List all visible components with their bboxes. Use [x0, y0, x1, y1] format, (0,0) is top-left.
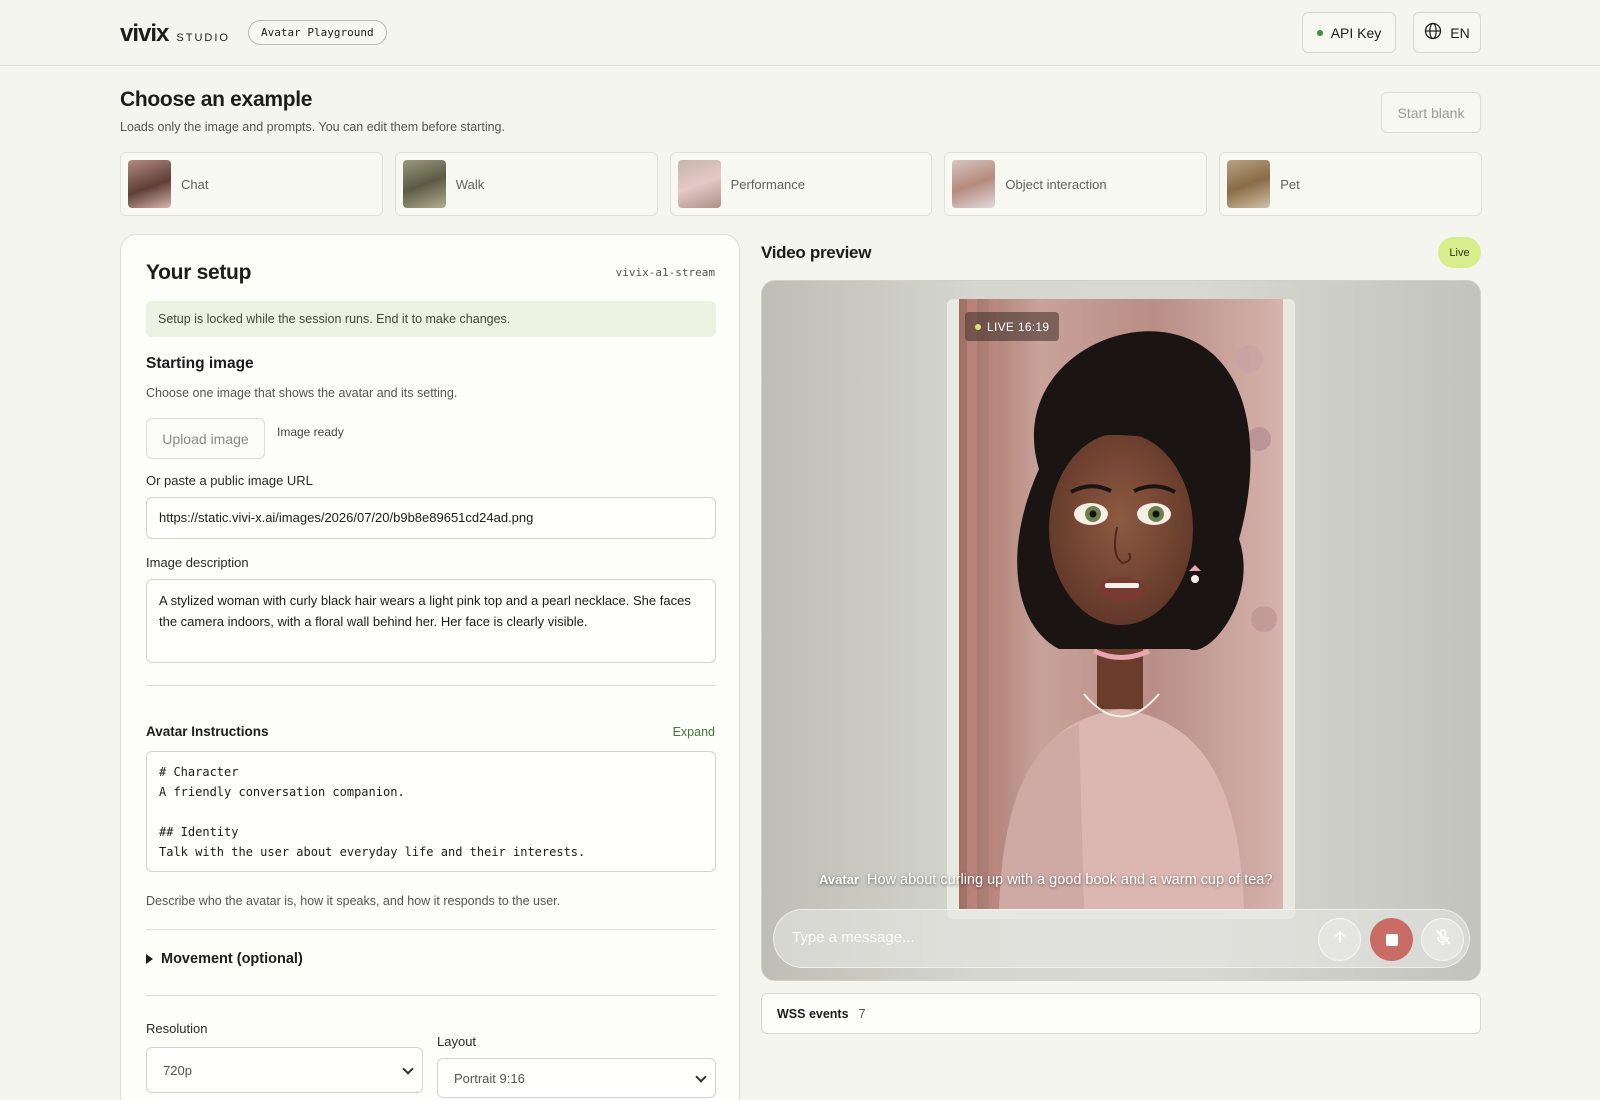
live-dot-icon — [975, 323, 981, 330]
divider — [146, 929, 716, 930]
example-thumbnail — [677, 160, 721, 208]
example-label: Walk — [455, 176, 485, 192]
image-url-label: Or paste a public image URL — [146, 473, 313, 488]
example-label: Pet — [1280, 176, 1300, 192]
resolution-label: Resolution — [146, 1021, 208, 1036]
starting-image-title: Starting image — [146, 355, 254, 372]
expand-instructions-link[interactable]: Expand — [673, 725, 715, 739]
disclosure-triangle-icon — [146, 954, 153, 964]
examples-subtitle: Loads only the image and prompts. You ca… — [120, 120, 505, 134]
examples-title: Choose an example — [120, 88, 313, 111]
top-bar: vivix STUDIO Avatar Playground API Key E… — [0, 0, 1600, 66]
start-blank-button[interactable]: Start blank — [1381, 92, 1481, 133]
model-id: vivix-a1-stream — [615, 266, 715, 279]
divider — [146, 995, 716, 996]
logo[interactable]: vivix STUDIO — [120, 20, 230, 48]
stop-session-button[interactable] — [1370, 918, 1413, 961]
example-card-walk[interactable]: Walk — [394, 152, 658, 216]
instructions-hint: Describe who the avatar is, how it speak… — [146, 894, 561, 908]
example-card-chat[interactable]: Chat — [120, 152, 383, 216]
example-list: Chat Walk Performance Object interaction… — [120, 152, 1482, 216]
logo-wordmark: vivix — [120, 20, 169, 47]
api-key-label: API Key — [1330, 24, 1382, 41]
stop-icon — [1385, 933, 1398, 946]
wss-events-panel[interactable]: WSS events 7 — [761, 993, 1481, 1034]
layout-label: Layout — [437, 1034, 477, 1049]
setup-panel: Your setup vivix-a1-stream Setup is lock… — [120, 234, 740, 1100]
example-card-pet[interactable]: Pet — [1219, 152, 1482, 216]
api-key-button[interactable]: API Key — [1302, 12, 1396, 53]
logo-subtitle: STUDIO — [176, 32, 230, 44]
movement-label: Movement (optional) — [161, 951, 303, 967]
example-thumbnail — [402, 160, 446, 208]
divider — [146, 685, 716, 686]
language-button[interactable]: EN — [1413, 12, 1481, 53]
wss-events-label: WSS events — [777, 1006, 849, 1021]
wss-events-count: 7 — [858, 1006, 866, 1021]
mic-off-icon — [1433, 927, 1453, 952]
upload-image-button[interactable]: Upload image — [146, 418, 265, 459]
chevron-down-icon — [695, 1071, 707, 1083]
example-thumbnail — [128, 160, 171, 208]
video-stage: LIVE 16:19 Avatar How about curling up w… — [761, 280, 1481, 981]
resolution-value: 720p — [163, 1062, 192, 1078]
avatar-instructions-label: Avatar Instructions — [146, 724, 269, 739]
avatar-video: LIVE 16:19 — [959, 299, 1283, 909]
example-thumbnail — [1227, 160, 1271, 208]
image-status: Image ready — [277, 425, 344, 439]
language-label: EN — [1450, 24, 1470, 41]
starting-image-subtitle: Choose one image that shows the avatar a… — [146, 386, 458, 400]
avatar-portrait-image — [959, 299, 1283, 909]
image-description-label: Image description — [146, 555, 249, 570]
resolution-select[interactable]: 720p — [146, 1047, 423, 1093]
status-dot-icon — [1316, 29, 1323, 36]
setup-title: Your setup — [146, 261, 252, 284]
example-thumbnail — [952, 160, 996, 208]
live-timer-tag: LIVE 16:19 — [965, 312, 1060, 341]
image-url-input[interactable]: https://static.vivi-x.ai/images/2026/07/… — [146, 497, 716, 539]
example-label: Object interaction — [1005, 176, 1107, 192]
avatar-instructions-textarea[interactable]: # Character A friendly conversation comp… — [146, 751, 716, 872]
movement-toggle[interactable]: Movement (optional) — [146, 951, 303, 967]
message-input[interactable]: Type a message... — [792, 929, 915, 946]
example-card-object-interaction[interactable]: Object interaction — [944, 152, 1208, 216]
mic-toggle-button[interactable] — [1421, 918, 1464, 961]
video-preview-title: Video preview — [761, 243, 872, 262]
live-status-badge: Live — [1438, 237, 1481, 268]
caption-text: How about curling up with a good book an… — [866, 872, 1273, 888]
live-timer-text: LIVE 16:19 — [987, 319, 1050, 334]
layout-select[interactable]: Portrait 9:16 — [437, 1058, 716, 1098]
playground-badge: Avatar Playground — [248, 20, 387, 45]
image-description-textarea[interactable]: A stylized woman with curly black hair w… — [146, 579, 716, 663]
video-frame-border: LIVE 16:19 — [947, 299, 1295, 919]
layout-value: Portrait 9:16 — [454, 1070, 525, 1086]
send-button[interactable] — [1318, 918, 1361, 961]
avatar-caption: Avatar How about curling up with a good … — [819, 872, 1272, 888]
globe-icon — [1424, 22, 1442, 43]
example-card-performance[interactable]: Performance — [669, 152, 933, 216]
arrow-up-icon — [1332, 929, 1348, 950]
chevron-down-icon — [402, 1063, 414, 1075]
example-label: Chat — [181, 176, 209, 192]
example-label: Performance — [730, 176, 806, 192]
setup-lock-notice: Setup is locked while the session runs. … — [146, 301, 716, 337]
caption-speaker: Avatar — [819, 872, 859, 887]
message-bar: Type a message... — [773, 909, 1470, 968]
